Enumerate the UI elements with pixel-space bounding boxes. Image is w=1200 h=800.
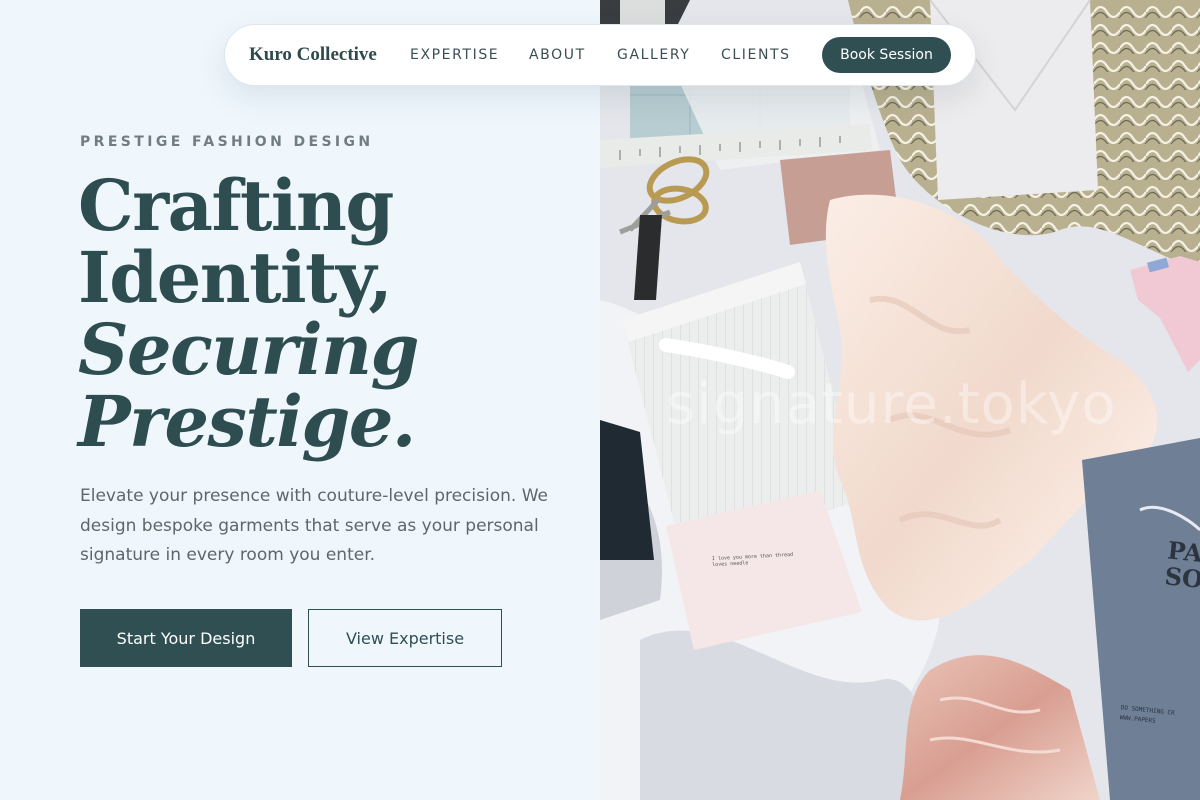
- book-session-button[interactable]: Book Session: [822, 37, 951, 73]
- headline-line-2: Identity,: [78, 236, 393, 319]
- headline-line-4: Prestige.: [78, 380, 416, 463]
- navbar: Kuro Collective EXPERTISE ABOUT GALLERY …: [224, 24, 976, 86]
- view-expertise-button[interactable]: View Expertise: [308, 609, 502, 667]
- nav-link-about[interactable]: ABOUT: [529, 47, 586, 63]
- nav-link-expertise[interactable]: EXPERTISE: [410, 47, 499, 63]
- hero-image: signature.tokyo I love you more than thr…: [600, 0, 1200, 800]
- start-design-button[interactable]: Start Your Design: [80, 609, 292, 667]
- image-watermark: signature.tokyo: [666, 372, 1117, 437]
- hero-description: Elevate your presence with couture-level…: [80, 486, 548, 565]
- headline-line-3: Securing: [78, 308, 419, 391]
- nav-link-clients[interactable]: CLIENTS: [721, 47, 791, 63]
- nav-link-gallery[interactable]: GALLERY: [617, 47, 690, 63]
- headline-line-1: Crafting: [78, 164, 394, 247]
- eyebrow-label: PRESTIGE FASHION DESIGN: [80, 134, 374, 150]
- packet-brand-print: PAPER SOU: [1163, 535, 1200, 597]
- brand-logo[interactable]: Kuro Collective: [249, 44, 377, 66]
- hero-headline: Crafting Identity, Securing Prestige.: [78, 164, 419, 463]
